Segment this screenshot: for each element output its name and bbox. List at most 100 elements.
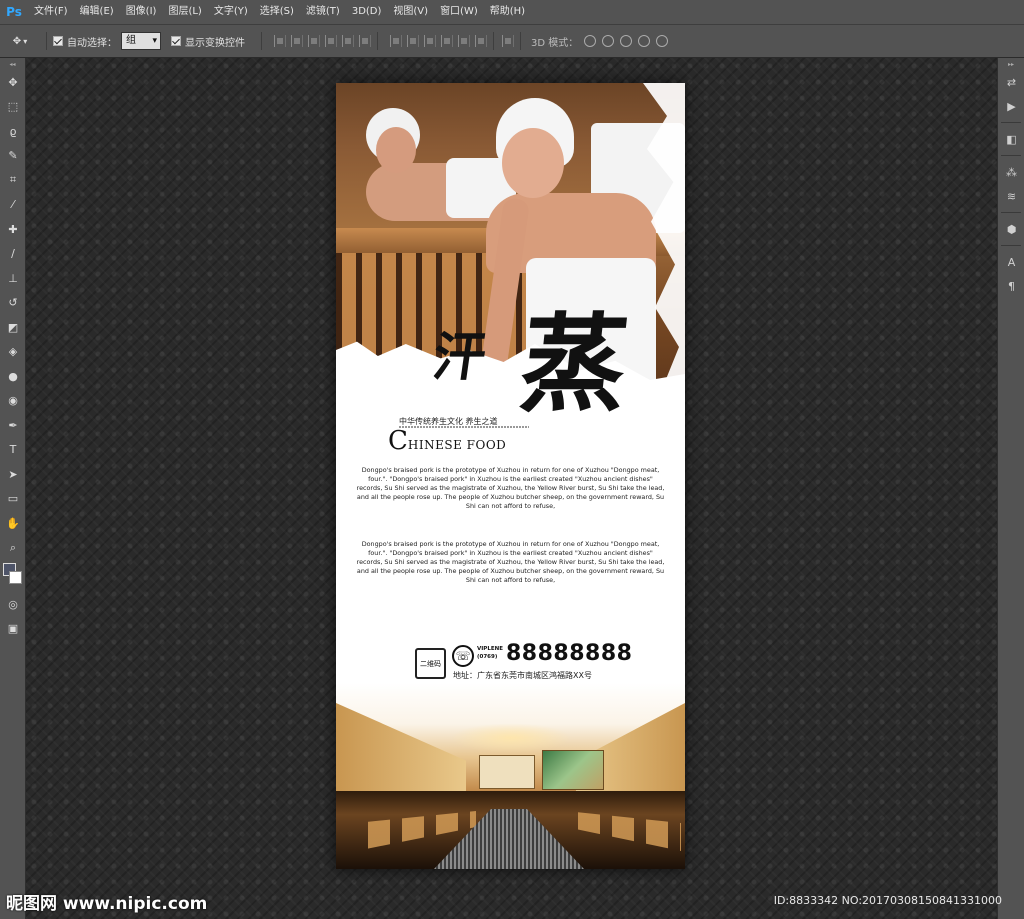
menu-bar: Ps 文件(F) 编辑(E) 图像(I) 图层(L) 文字(Y) 选择(S) 滤… — [0, 0, 1024, 24]
healing-brush-tool-icon[interactable]: ✚ — [0, 217, 26, 242]
menu-type[interactable]: 文字(Y) — [208, 0, 254, 24]
character-panel-icon[interactable]: A — [998, 250, 1024, 274]
title-char-small: 汗 — [429, 327, 490, 388]
brand-text: CHINESE FOOD — [388, 426, 506, 456]
3d-scale-icon[interactable] — [656, 35, 669, 47]
clone-stamp-tool-icon[interactable]: ⊥ — [0, 266, 26, 291]
color-panel-icon[interactable]: ◧ — [998, 127, 1024, 151]
divider — [261, 32, 262, 50]
3d-rotate-icon[interactable] — [584, 35, 597, 47]
move-tool-preset[interactable]: ✥ ▾ — [0, 36, 40, 47]
distribute-hcenter-icon[interactable] — [458, 35, 470, 47]
type-tool-icon[interactable]: T — [0, 438, 26, 463]
hall-wall-left — [336, 703, 466, 799]
body-paragraph-1: Dongpo's braised pork is the prototype o… — [356, 466, 665, 510]
3d-roll-icon[interactable] — [602, 35, 615, 47]
background-color-swatch[interactable] — [9, 571, 22, 584]
wall-calligraphy — [479, 755, 535, 789]
3d-slide-icon[interactable] — [638, 35, 651, 47]
menu-layer[interactable]: 图层(L) — [162, 0, 207, 24]
options-bar: ✥ ▾ 自动选择： 组 显示变换控件 3D 模式： — [0, 24, 1024, 58]
pen-tool-icon[interactable]: ✒ — [0, 413, 26, 438]
eraser-tool-icon[interactable]: ◩ — [0, 315, 26, 340]
align-left-icon[interactable] — [325, 35, 337, 47]
distribute-left-icon[interactable] — [441, 35, 453, 47]
show-transform-checkbox[interactable] — [171, 36, 181, 46]
divider — [46, 32, 47, 50]
auto-select-checkbox[interactable] — [53, 36, 63, 46]
watermark-id: ID:8833342 NO:20170308150841331000 — [773, 894, 1002, 907]
auto-select-label: 自动选择： — [67, 37, 117, 49]
align-bottom-icon[interactable] — [308, 35, 320, 47]
eyedropper-tool-icon[interactable]: ⁄ — [0, 193, 26, 218]
menu-filter[interactable]: 滤镜(T) — [300, 0, 346, 24]
area-code: VIPLENE (0769) — [477, 645, 503, 661]
expand-panels-icon[interactable]: ▸▸ — [998, 58, 1024, 70]
menu-select[interactable]: 选择(S) — [254, 0, 300, 24]
qr-code-placeholder: 二维码 — [415, 648, 446, 679]
collapse-toolbar-icon[interactable]: ◂◂ — [0, 58, 25, 70]
distribute-right-icon[interactable] — [475, 35, 487, 47]
area-code-label: (0769) — [477, 654, 498, 660]
body-paragraph-2: Dongpo's braised pork is the prototype o… — [356, 540, 665, 584]
marquee-tool-icon[interactable]: ⬚ — [0, 95, 26, 120]
align-hcenter-icon[interactable] — [342, 35, 354, 47]
3d-pan-icon[interactable] — [620, 35, 633, 47]
watermark-bar: 昵图网 www.nipic.com ID:8833342 NO:20170308… — [0, 883, 1024, 919]
distribute-top-icon[interactable] — [390, 35, 402, 47]
menu-window[interactable]: 窗口(W) — [434, 0, 484, 24]
path-select-tool-icon[interactable]: ➤ — [0, 462, 26, 487]
divider — [1001, 212, 1021, 213]
menu-help[interactable]: 帮助(H) — [484, 0, 531, 24]
adjustments-panel-icon[interactable]: ≋ — [998, 184, 1024, 208]
align-top-icon[interactable] — [274, 35, 286, 47]
brush-panel-icon[interactable]: ⁂ — [998, 160, 1024, 184]
move-tool-icon[interactable]: ✥ — [0, 70, 26, 95]
auto-select-dropdown[interactable]: 组 — [121, 32, 161, 50]
reclining-person — [346, 103, 516, 223]
menu-edit[interactable]: 编辑(E) — [74, 0, 120, 24]
auto-align-icon[interactable] — [502, 35, 514, 47]
history-panel-icon[interactable]: ⇄ — [998, 70, 1024, 94]
distribute-bottom-icon[interactable] — [424, 35, 436, 47]
menu-file[interactable]: 文件(F) — [28, 0, 74, 24]
quick-mask-icon[interactable]: ◎ — [0, 592, 26, 617]
divider — [377, 32, 378, 50]
hand-tool-icon[interactable]: ✋ — [0, 511, 26, 536]
menu-3d[interactable]: 3D(D) — [346, 0, 388, 24]
divider — [520, 32, 521, 50]
photoshop-logo: Ps — [6, 5, 22, 19]
distribute-vcenter-icon[interactable] — [407, 35, 419, 47]
phone-icon: ☏ — [452, 645, 474, 667]
divider — [1001, 155, 1021, 156]
blurred-face — [376, 127, 416, 173]
paint-bucket-tool-icon[interactable]: ◈ — [0, 340, 26, 365]
vip-label: VIPLENE — [477, 646, 503, 652]
rectangle-tool-icon[interactable]: ▭ — [0, 487, 26, 512]
history-brush-tool-icon[interactable]: ↺ — [0, 291, 26, 316]
3d-panel-icon[interactable]: ⬢ — [998, 217, 1024, 241]
color-swatches — [0, 560, 26, 592]
tools-panel: ◂◂ ✥ ⬚ ϱ ✎ ⌗ ⁄ ✚ ∕ ⊥ ↺ ◩ ◈ ● ◉ ✒ T ➤ ▭ ✋… — [0, 58, 26, 919]
show-transform-label: 显示变换控件 — [185, 37, 245, 49]
menu-view[interactable]: 视图(V) — [387, 0, 434, 24]
watermark-site: 昵图网 www.nipic.com — [6, 894, 208, 914]
screen-mode-icon[interactable]: ▣ — [0, 617, 26, 642]
document-canvas[interactable]: 汗 蒸 中华传统养生文化 养生之道 CHINESE FOOD Dongpo's … — [336, 83, 685, 869]
divider — [1001, 245, 1021, 246]
lasso-tool-icon[interactable]: ϱ — [0, 119, 26, 144]
paragraph-panel-icon[interactable]: ¶ — [998, 274, 1024, 298]
crop-tool-icon[interactable]: ⌗ — [0, 168, 26, 193]
align-vcenter-icon[interactable] — [291, 35, 303, 47]
divider — [493, 32, 494, 50]
divider — [1001, 122, 1021, 123]
sauna-hall-photo — [336, 683, 685, 869]
quick-select-tool-icon[interactable]: ✎ — [0, 144, 26, 169]
brush-tool-icon[interactable]: ∕ — [0, 242, 26, 267]
align-right-icon[interactable] — [359, 35, 371, 47]
zoom-tool-icon[interactable]: ⌕ — [0, 536, 26, 561]
menu-image[interactable]: 图像(I) — [120, 0, 163, 24]
blur-tool-icon[interactable]: ● — [0, 364, 26, 389]
actions-panel-icon[interactable]: ▶ — [998, 94, 1024, 118]
dodge-tool-icon[interactable]: ◉ — [0, 389, 26, 414]
